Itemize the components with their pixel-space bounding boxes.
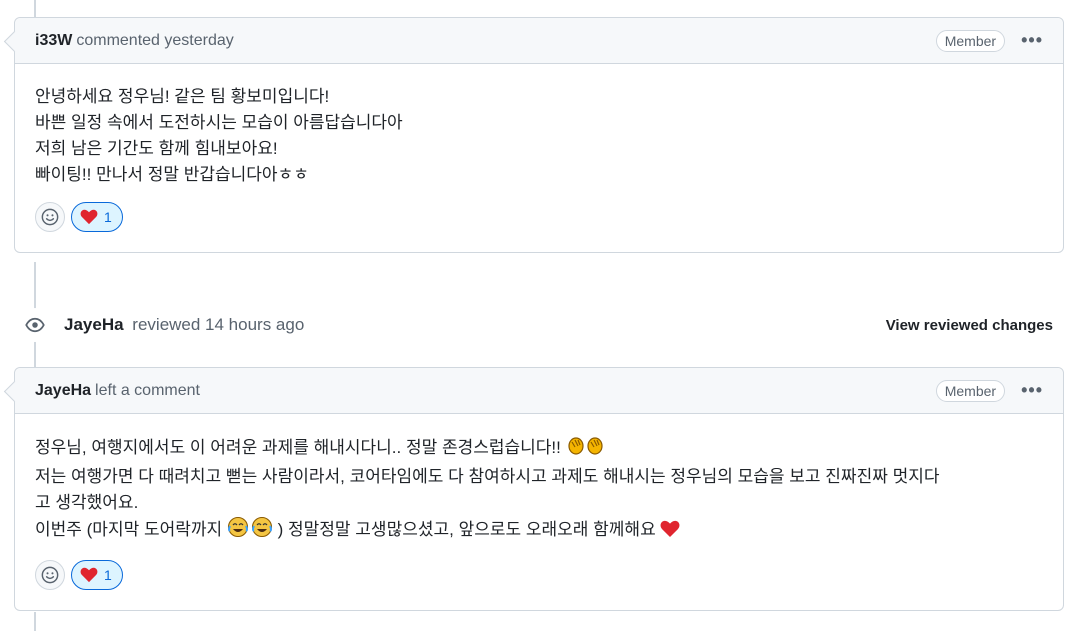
add-reaction-button[interactable] (35, 202, 65, 232)
heart-reaction-button[interactable]: 1 (71, 560, 123, 590)
reactions-bar: 1 (15, 188, 1063, 252)
reactions-bar: 1 (15, 546, 1063, 610)
heart-icon (80, 567, 98, 583)
comment-author[interactable]: JayeHa (35, 382, 91, 400)
comment-line: 안녕하세요 정우님! 같은 팀 황보미입니다! (35, 87, 330, 106)
heart-reaction-button[interactable]: 1 (71, 202, 123, 232)
red-heart-icon (660, 520, 680, 546)
clapping-hands-icon (566, 434, 606, 464)
view-reviewed-changes-link[interactable]: View reviewed changes (886, 317, 1053, 334)
comment-body: 정우님, 여행지에서도 이 어려운 과제를 해내시다니.. 정말 존경스럽습니다… (15, 414, 1063, 546)
comment-line: 정우님, 여행지에서도 이 어려운 과제를 해내시다니.. 정말 존경스럽습니다… (35, 434, 1043, 464)
comment-text: 정우님, 여행지에서도 이 어려운 과제를 해내시다니.. 정말 존경스럽습니다… (35, 438, 561, 457)
comment-line: 고 생각했어요. (35, 493, 139, 512)
review-text: JayeHa reviewed 14 hours ago (64, 315, 304, 335)
more-options-button[interactable]: ••• (1017, 380, 1047, 401)
more-options-button[interactable]: ••• (1017, 30, 1047, 51)
smiley-icon (41, 566, 59, 584)
comment-header-actions: Member ••• (935, 379, 1047, 402)
comment-card-jayeha: JayeHa left a comment Member ••• 정우님, 여행… (14, 367, 1064, 611)
comment-line: 저는 여행가면 다 때려치고 뻗는 사람이라서, 코어타임에도 다 참여하시고 … (35, 467, 940, 486)
review-event-badge (18, 308, 52, 342)
heart-reaction-count: 1 (104, 567, 112, 583)
comment-text: ) 정말정말 고생많으셨고, 앞으로도 오래오래 함께해요 (277, 520, 656, 539)
comment-header: JayeHa left a comment Member ••• (15, 368, 1063, 414)
add-reaction-button[interactable] (35, 560, 65, 590)
comment-author[interactable]: i33W (35, 32, 72, 50)
comment-header: i33W commented yesterday Member ••• (15, 18, 1063, 64)
comment-line: 바쁜 일정 속에서 도전하시는 모습이 아름답습니다아 (35, 113, 403, 132)
review-author[interactable]: JayeHa (64, 315, 124, 334)
smiley-icon (41, 208, 59, 226)
tears-of-joy-icon (227, 516, 273, 546)
comment-line: 이번주 (마지막 도어락까지 ) 정말정말 고생많으셨고, 앞으로도 오래오래 … (35, 516, 1043, 546)
comment-meta[interactable]: left a comment (95, 382, 200, 400)
eye-icon (25, 317, 45, 333)
review-meta[interactable]: reviewed 14 hours ago (132, 315, 304, 334)
comment-meta[interactable]: commented yesterday (76, 32, 233, 50)
heart-icon (80, 209, 98, 225)
member-badge: Member (935, 29, 1006, 52)
comment-line: 빠이팅!! 만나서 정말 반갑습니다아ㅎㅎ (35, 165, 309, 184)
heart-reaction-count: 1 (104, 209, 112, 225)
comment-body: 안녕하세요 정우님! 같은 팀 황보미입니다! 바쁜 일정 속에서 도전하시는 … (15, 64, 1063, 188)
comment-header-actions: Member ••• (935, 29, 1047, 52)
timeline-line-top (34, 0, 36, 18)
review-event: JayeHa reviewed 14 hours ago View review… (0, 300, 1077, 350)
member-badge: Member (935, 379, 1006, 402)
comment-card-i33w: i33W commented yesterday Member ••• 안녕하세… (14, 17, 1064, 253)
timeline-line-bottom (34, 612, 36, 631)
comment-line: 저희 남은 기간도 함께 힘내보아요! (35, 139, 278, 158)
comment-text: 이번주 (마지막 도어락까지 (35, 520, 223, 539)
